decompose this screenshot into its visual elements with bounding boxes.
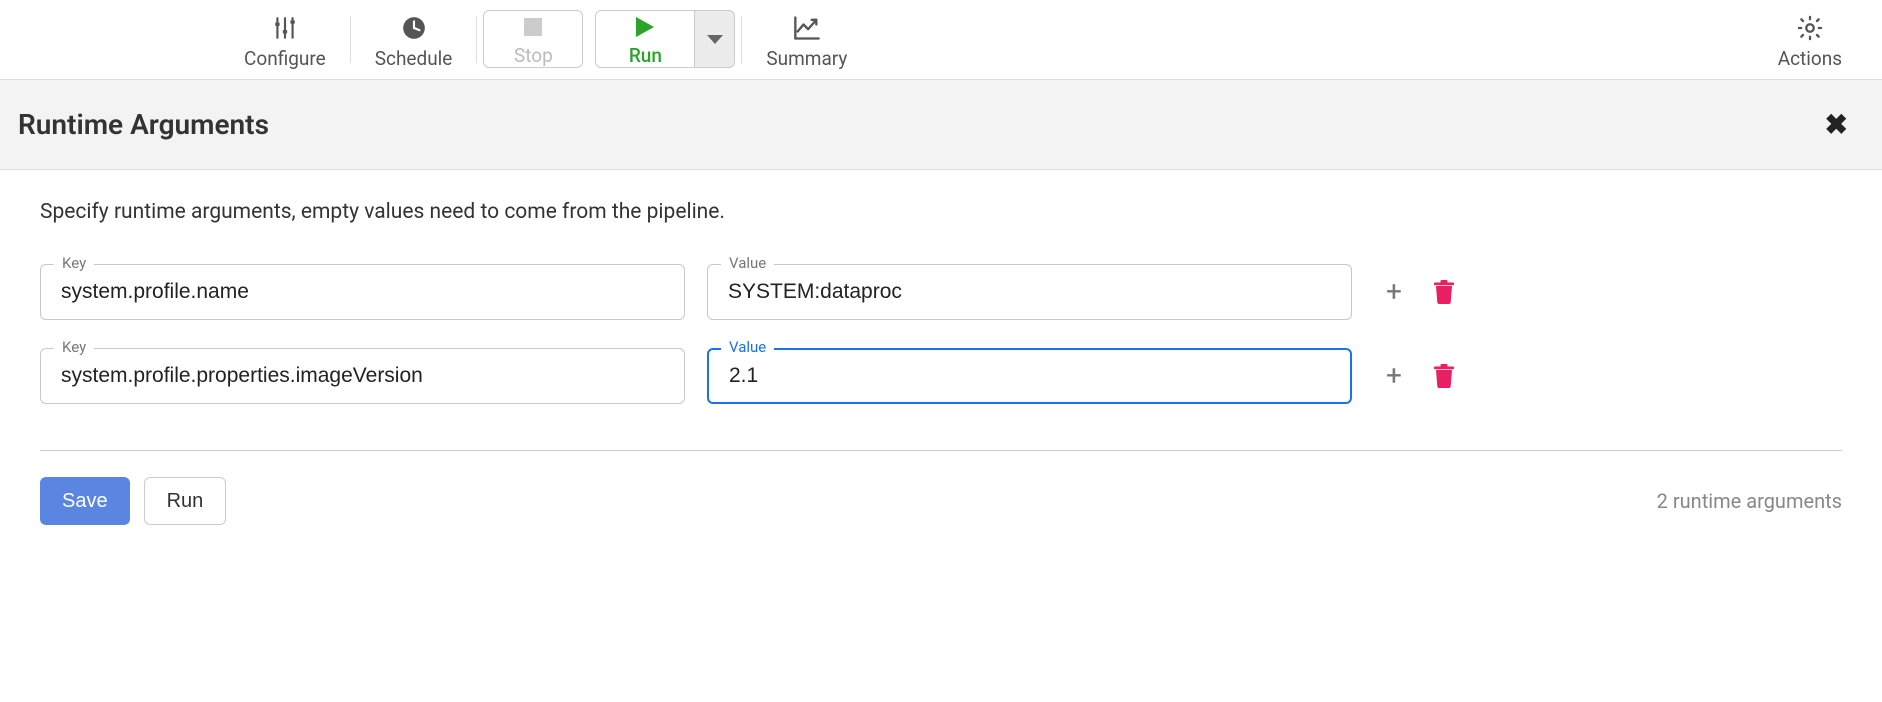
run-split-button: Run — [595, 10, 735, 68]
summary-button[interactable]: Summary — [742, 0, 871, 79]
panel-header: Runtime Arguments ✖ — [0, 80, 1882, 170]
schedule-button[interactable]: Schedule — [351, 0, 477, 79]
argument-row: Key Value + — [40, 264, 1842, 320]
argument-value-field: Value — [707, 348, 1352, 404]
save-button[interactable]: Save — [40, 477, 130, 525]
pipeline-toolbar: Configure Schedule Stop Run — [0, 0, 1882, 80]
panel-description: Specify runtime arguments, empty values … — [40, 200, 1842, 224]
configure-button[interactable]: Configure — [220, 0, 350, 79]
panel-title: Runtime Arguments — [18, 108, 269, 141]
gear-icon — [1796, 13, 1824, 43]
argument-key-input[interactable] — [40, 348, 685, 404]
add-argument-button[interactable]: + — [1382, 278, 1406, 306]
chart-line-icon — [793, 13, 821, 43]
argument-value-input[interactable] — [707, 348, 1352, 404]
argument-key-field: Key — [40, 348, 685, 404]
chevron-down-icon — [707, 35, 723, 44]
run-button-footer[interactable]: Run — [144, 477, 227, 525]
runtime-arguments-list: Key Value + Key Value + — [40, 264, 1842, 451]
summary-label: Summary — [766, 47, 847, 70]
key-label: Key — [54, 338, 94, 356]
argument-key-field: Key — [40, 264, 685, 320]
delete-argument-button[interactable] — [1434, 364, 1454, 388]
sliders-icon — [272, 13, 298, 43]
footer-buttons: Save Run — [40, 477, 226, 525]
close-icon[interactable]: ✖ — [1825, 111, 1848, 139]
argument-value-field: Value — [707, 264, 1352, 320]
add-argument-button[interactable]: + — [1382, 362, 1406, 390]
argument-value-input[interactable] — [707, 264, 1352, 320]
key-label: Key — [54, 254, 94, 272]
value-label: Value — [721, 338, 774, 356]
argument-row-actions: + — [1382, 278, 1454, 306]
trash-icon — [1434, 364, 1454, 388]
arguments-count: 2 runtime arguments — [1657, 489, 1842, 513]
argument-key-input[interactable] — [40, 264, 685, 320]
configure-label: Configure — [244, 47, 326, 70]
clock-icon — [401, 13, 427, 43]
stop-icon — [524, 12, 542, 42]
argument-row: Key Value + — [40, 348, 1842, 404]
run-label: Run — [629, 44, 662, 67]
stop-label: Stop — [514, 44, 553, 67]
argument-row-actions: + — [1382, 362, 1454, 390]
run-button[interactable]: Run — [595, 10, 695, 68]
trash-icon — [1434, 280, 1454, 304]
run-dropdown-button[interactable] — [695, 10, 735, 68]
panel-footer: Save Run 2 runtime arguments — [40, 477, 1842, 525]
stop-button: Stop — [483, 10, 583, 68]
schedule-label: Schedule — [375, 47, 453, 70]
panel-body: Specify runtime arguments, empty values … — [0, 170, 1882, 549]
actions-button[interactable]: Actions — [1754, 0, 1882, 79]
actions-label: Actions — [1778, 47, 1842, 70]
value-label: Value — [721, 254, 774, 272]
toolbar-divider — [476, 16, 477, 63]
toolbar-spacer — [871, 0, 1753, 79]
play-icon — [636, 12, 654, 42]
delete-argument-button[interactable] — [1434, 280, 1454, 304]
